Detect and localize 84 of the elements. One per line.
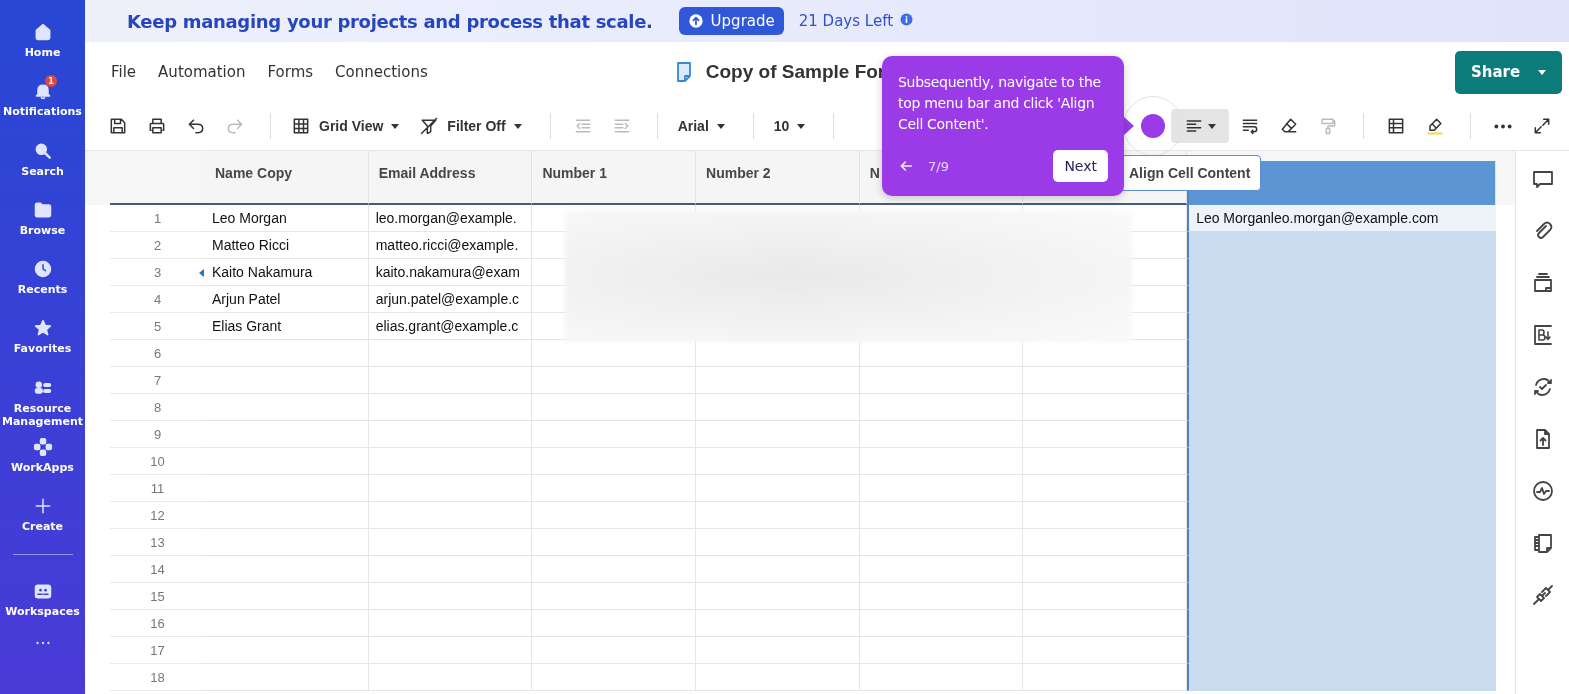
paint-roller-icon [1318, 116, 1338, 136]
sidebar-item[interactable]: Workspaces [0, 575, 85, 635]
view-dropdown[interactable]: Grid View [285, 109, 406, 143]
share-button[interactable]: Share [1455, 50, 1562, 94]
row-number: 6 [110, 340, 205, 367]
arrow-left-icon [898, 158, 914, 174]
sidebar-item[interactable]: Favorites [0, 312, 85, 372]
sidebar-item[interactable]: Home [0, 16, 85, 76]
table-cell: Leo Morgan [205, 205, 369, 232]
step-counter: 7/9 [928, 158, 949, 174]
save-icon [108, 116, 128, 136]
table-icon [1386, 116, 1406, 136]
row-number: 8 [110, 394, 205, 421]
menu-item[interactable]: Automation [158, 63, 246, 81]
row-number: 3 [110, 259, 205, 286]
column-header[interactable]: Number 2 [696, 151, 860, 205]
print-icon [147, 116, 167, 136]
hotspot-dot[interactable] [1141, 114, 1165, 138]
notification-badge: 1 [45, 75, 57, 88]
eraser-icon [1279, 116, 1299, 136]
row-number: 11 [110, 475, 205, 502]
clock-icon [32, 259, 53, 280]
filter-dropdown[interactable]: Filter Off [413, 109, 528, 143]
column-header[interactable]: Name Copy [205, 151, 369, 205]
row-number: 2 [110, 232, 205, 259]
next-button[interactable]: Next [1053, 150, 1108, 182]
row-number: 17 [110, 637, 205, 664]
banner-message: Keep managing your projects and process that scale. [127, 10, 653, 32]
highlighter-icon [1425, 116, 1445, 136]
sidebar-item[interactable]: Resource Management [0, 371, 85, 431]
walkthrough-text: Subsequently, navigate to the top menu bar and click 'Align Cell Content'. [898, 73, 1102, 134]
font-dropdown[interactable]: Arial [671, 109, 731, 143]
wrap-text-icon [1240, 116, 1260, 136]
menu-item[interactable]: Forms [267, 63, 314, 81]
apps-icon [32, 436, 53, 457]
sidebar-item[interactable]: Browse [0, 193, 85, 254]
redo-icon [225, 116, 245, 136]
row-number: 10 [110, 448, 205, 475]
font-dropdown[interactable]: 10 [767, 109, 812, 143]
info-icon [900, 13, 914, 26]
row-number: 13 [110, 529, 205, 556]
table-cell: elias.grant@example.c [368, 313, 533, 340]
row-number: 18 [110, 664, 205, 691]
table-cell: Matteo Ricci [205, 232, 369, 259]
activity-icon [1530, 479, 1555, 503]
row-number: 4 [110, 286, 205, 313]
upgrade-button[interactable]: Upgrade [678, 7, 784, 35]
menu-item[interactable]: File [111, 63, 137, 81]
sidebar-item[interactable]: WorkApps [0, 430, 85, 491]
back-button[interactable] [898, 158, 914, 174]
filter-icon [419, 116, 440, 136]
document-title: Copy of Sample For [705, 61, 886, 83]
table-cell: Kaito Nakamura [205, 259, 369, 286]
table-cell: arjun.patel@example.c [368, 286, 533, 313]
row-number: 16 [110, 610, 205, 637]
column-header[interactable]: Number 1 [532, 151, 697, 205]
row-number: 5 [110, 313, 205, 340]
table-cell: Elias Grant [205, 313, 369, 340]
row-number: 12 [110, 502, 205, 529]
table-cell: leo.morgan@example. [368, 205, 533, 232]
more-icon [1494, 123, 1512, 129]
grid-icon [291, 116, 311, 136]
table-cell: Arjun Patel [205, 286, 369, 313]
sidebar-item[interactable]: Create [0, 490, 85, 550]
column-header[interactable]: Email Address [368, 151, 533, 205]
trial-days-left: 21 Days Left [798, 12, 894, 30]
align-left-button[interactable] [1171, 109, 1229, 143]
table-cell: kaito.nakamura@exam [368, 259, 533, 286]
menu-item[interactable]: Connections [335, 63, 428, 81]
table-cell: Leo Morganleo.morgan@example.com [1187, 205, 1497, 232]
row-number: 9 [110, 421, 205, 448]
undo-icon [186, 116, 206, 136]
table-cell: matteo.ricci@example. [368, 232, 533, 259]
arrow-up-circle-icon [687, 13, 704, 29]
row-number: 14 [110, 556, 205, 583]
row-number: 7 [110, 367, 205, 394]
row-number: 15 [110, 583, 205, 610]
sidebar-item[interactable]: Notifications 1 [0, 75, 85, 135]
row-number: 1 [110, 205, 205, 232]
sidebar-item[interactable]: Recents [0, 253, 85, 313]
more-icon [35, 640, 50, 645]
plug-icon [1530, 583, 1555, 607]
expand-icon [1532, 116, 1552, 136]
sidebar-item[interactable]: Search [0, 134, 85, 194]
